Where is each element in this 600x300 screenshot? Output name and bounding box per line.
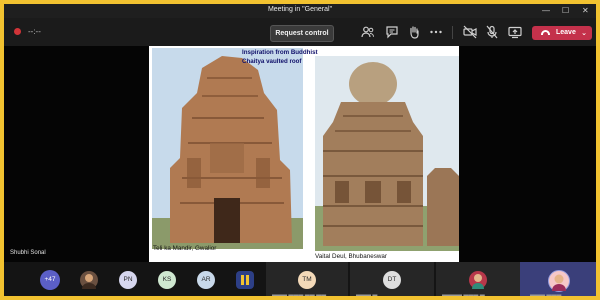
more-icon[interactable] [428, 24, 444, 40]
leave-button[interactable]: Leave ⌄ [532, 26, 592, 40]
maximize-button[interactable]: ☐ [562, 6, 569, 15]
meeting-toolbar: --:-- Request control Leave ⌄ [4, 18, 596, 46]
shared-slide: Inspiration from Buddhist Chaitya vaulte… [149, 46, 459, 262]
participant-name-blurred: ▬▬▬ ▬▬▬ ▬▬ ▬▬ [272, 292, 327, 298]
participant-avatar[interactable]: KS [158, 271, 176, 289]
close-window-button[interactable]: ✕ [582, 6, 589, 15]
title-bar: Meeting in "General" — ☐ ✕ [4, 4, 596, 18]
mic-off-icon[interactable] [484, 24, 500, 40]
recording-indicator-icon [14, 28, 21, 35]
more-participants-button[interactable]: +47 [40, 270, 60, 290]
meeting-timer: --:-- [28, 27, 41, 36]
temple-photo-left [152, 48, 303, 249]
shared-screen-stage: Inspiration from Buddhist Chaitya vaulte… [4, 46, 596, 262]
chat-icon[interactable] [384, 24, 400, 40]
window-title: Meeting in "General" [267, 6, 333, 13]
app-frame: Meeting in "General" — ☐ ✕ --:-- Request… [0, 0, 600, 300]
people-icon[interactable] [360, 24, 376, 40]
participant-avatar: TM [298, 271, 316, 289]
participant-avatar: DT [383, 271, 401, 289]
caption-left: Teli ka Mandir, Gwalior [153, 245, 217, 252]
leave-label: Leave [556, 29, 576, 36]
participant-strip: ▬▬▬ ▬▬▬ ▬▬ ▬▬ ▬▬▬ ▬ ▬▬▬▬ ▬▬▬ ▬ ▬▬▬ ▬▬▬ +… [4, 262, 596, 298]
slide-annotation: Inspiration from Buddhist Chaitya vaulte… [242, 49, 318, 65]
participant-name-blurred: ▬▬▬▬ ▬▬▬ ▬ [442, 292, 485, 298]
minimize-button[interactable]: — [542, 6, 550, 15]
participant-avatar[interactable]: PN [119, 271, 137, 289]
participant-avatar-photo[interactable] [80, 271, 98, 289]
request-control-button[interactable]: Request control [270, 25, 334, 42]
participant-logo-icon[interactable] [236, 271, 254, 289]
presenter-name: Shubhi Sonal [10, 250, 46, 256]
temple-photo-right [315, 56, 459, 251]
camera-off-icon[interactable] [462, 24, 478, 40]
share-screen-icon[interactable] [507, 24, 523, 40]
chevron-down-icon[interactable]: ⌄ [581, 27, 587, 41]
phone-icon [541, 30, 550, 35]
participant-avatar[interactable]: AR [197, 271, 215, 289]
participant-name-blurred: ▬▬▬ ▬ [356, 292, 378, 298]
active-speaker-avatar [548, 270, 570, 292]
caption-right: Vaital Deul, Bhubaneswar [315, 253, 387, 260]
raise-hand-icon[interactable] [406, 24, 422, 40]
participant-avatar-photo [469, 271, 487, 289]
toolbar-divider [452, 26, 453, 39]
